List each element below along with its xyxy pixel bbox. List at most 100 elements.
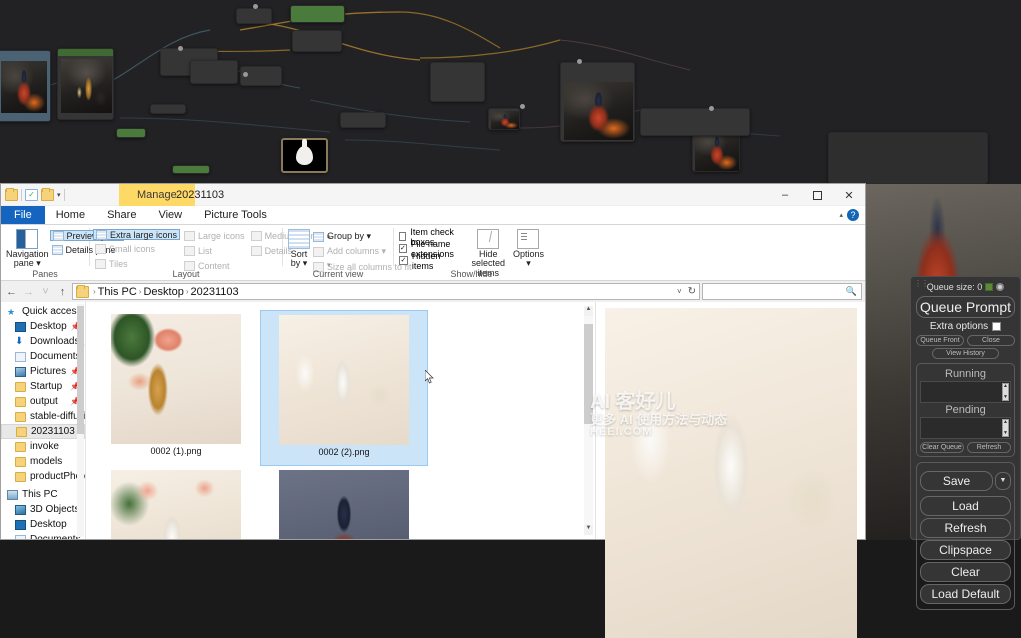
- recent-locations-button[interactable]: ˅: [38, 286, 53, 298]
- minimize-button[interactable]: –: [769, 184, 801, 206]
- refresh-icon[interactable]: ↻: [688, 286, 696, 297]
- nav-pane-scroll-thumb[interactable]: [77, 306, 84, 434]
- hidden-items-checkbox[interactable]: ✓: [399, 256, 408, 265]
- file-item[interactable]: 0002 (1).png: [92, 310, 260, 466]
- ribbon-body[interactable]: Navigation pane ▾ Preview pane Details p…: [1, 225, 865, 281]
- search-icon[interactable]: 🔍: [846, 286, 857, 297]
- search-input[interactable]: [703, 286, 846, 297]
- quick-access-toolbar[interactable]: ✓ ▾: [1, 189, 65, 201]
- running-list[interactable]: ▲▼: [920, 381, 1011, 403]
- chevron-right-icon[interactable]: ›: [186, 287, 189, 296]
- chevron-down-icon[interactable]: ▾: [57, 191, 61, 199]
- node-save-image-2[interactable]: [560, 62, 635, 142]
- view-large-icons[interactable]: Large icons: [184, 230, 245, 241]
- sidebar-item-desktop[interactable]: Desktop 📌: [1, 319, 85, 334]
- breadcrumb[interactable]: › This PC › Desktop › 20231103 ˅ ↻: [72, 283, 700, 300]
- checkbox-icon[interactable]: ✓: [25, 189, 38, 201]
- ribbon-tab-strip[interactable]: File Home Share View Picture Tools ▴ ?: [1, 206, 865, 225]
- queue-prompt-button[interactable]: Queue Prompt: [916, 296, 1015, 318]
- view-history-button[interactable]: View History: [932, 348, 999, 359]
- forward-button[interactable]: →: [21, 286, 36, 298]
- address-bar[interactable]: ← → ˅ ↑ › This PC › Desktop › 20231103 ˅…: [1, 281, 865, 302]
- save-dropdown-caret-icon[interactable]: ▼: [995, 472, 1011, 490]
- drag-handle-icon[interactable]: ⋮⋮: [914, 282, 928, 286]
- node-port[interactable]: [243, 72, 248, 77]
- folder-icon[interactable]: [41, 189, 54, 201]
- file-item-selected[interactable]: 0002 (2).png: [260, 310, 428, 466]
- file-item[interactable]: 0002 (3).png: [92, 466, 260, 539]
- preview-pane[interactable]: [595, 302, 865, 539]
- clear-button[interactable]: Clear: [920, 562, 1011, 582]
- scroll-up-icon[interactable]: ▲: [584, 306, 593, 316]
- view-tiles[interactable]: Tiles: [95, 258, 178, 269]
- navigation-pane-button[interactable]: Navigation pane ▾: [6, 227, 49, 269]
- pending-spinner[interactable]: ▲▼: [1002, 419, 1009, 437]
- file-list-scroll-thumb[interactable]: [584, 324, 593, 424]
- breadcrumb-this-pc[interactable]: This PC: [98, 286, 137, 298]
- sidebar-item-models[interactable]: models: [1, 454, 85, 469]
- node-preview-left[interactable]: [0, 50, 51, 122]
- hidden-items-row[interactable]: ✓ Hidden items: [399, 255, 463, 266]
- view-small-icons[interactable]: Small icons: [95, 243, 178, 254]
- node-generic-10[interactable]: [488, 108, 520, 130]
- save-button[interactable]: Save: [920, 471, 993, 491]
- sidebar-item-downloads[interactable]: ⬇ Downloads 📌: [1, 334, 85, 349]
- node-port[interactable]: [577, 59, 582, 64]
- comfyui-menu-panel[interactable]: ⋮⋮ Queue size: 0 Queue Prompt Extra opti…: [910, 276, 1021, 540]
- load-button[interactable]: Load: [920, 496, 1011, 516]
- tab-file[interactable]: File: [1, 206, 45, 224]
- sidebar-item-3d-objects[interactable]: 3D Objects: [1, 502, 85, 517]
- tab-view[interactable]: View: [147, 206, 193, 224]
- node-generic-6[interactable]: [116, 128, 146, 138]
- clipspace-button[interactable]: Clipspace: [920, 540, 1011, 560]
- node-generic-7[interactable]: [150, 104, 186, 114]
- explorer-title-bar[interactable]: ✓ ▾ Manage 20231103 – ✕: [1, 184, 865, 206]
- node-generic-12[interactable]: [828, 132, 988, 184]
- extra-options-row[interactable]: Extra options: [916, 321, 1015, 332]
- node-generic-11[interactable]: [640, 108, 750, 136]
- node-generic-green-1[interactable]: [290, 5, 345, 23]
- node-save-image-1[interactable]: [57, 48, 114, 120]
- image-icon[interactable]: [985, 283, 993, 291]
- search-box[interactable]: 🔍: [702, 283, 862, 300]
- sidebar-item-documents-pc[interactable]: Documents: [1, 532, 85, 539]
- maximize-button[interactable]: [801, 184, 833, 206]
- help-icon[interactable]: ?: [847, 209, 859, 221]
- node-generic-9[interactable]: [430, 62, 485, 102]
- sidebar-item-output[interactable]: output 📌: [1, 394, 85, 409]
- refresh-queue-button[interactable]: Refresh: [967, 442, 1011, 453]
- node-port[interactable]: [709, 106, 714, 111]
- node-generic-4[interactable]: [190, 60, 238, 84]
- running-spinner[interactable]: ▲▼: [1002, 383, 1009, 401]
- sidebar-item-this-pc[interactable]: This PC: [1, 487, 85, 502]
- load-default-button[interactable]: Load Default: [920, 584, 1011, 604]
- extra-options-checkbox[interactable]: [992, 322, 1001, 331]
- chevron-right-icon[interactable]: ›: [139, 287, 142, 296]
- sort-by-button[interactable]: Sort by ▾: [288, 227, 310, 272]
- sidebar-item-stable-diffusion[interactable]: stable-diffusi 📌: [1, 409, 85, 424]
- pending-list[interactable]: ▲▼: [920, 417, 1011, 439]
- sidebar-item-startup[interactable]: Startup 📌: [1, 379, 85, 394]
- file-item[interactable]: [260, 466, 428, 539]
- address-dropdown-icon[interactable]: ˅: [677, 287, 682, 296]
- tab-share[interactable]: Share: [96, 206, 147, 224]
- file-explorer-window[interactable]: ✓ ▾ Manage 20231103 – ✕ File Home Share …: [0, 183, 866, 540]
- node-generic-8[interactable]: [340, 112, 386, 128]
- sidebar-item-desktop-pc[interactable]: Desktop: [1, 517, 85, 532]
- navigation-pane[interactable]: ★ Quick access Desktop 📌 ⬇ Downloads 📌 D…: [1, 302, 86, 539]
- node-generic-green-2[interactable]: [172, 165, 210, 174]
- window-controls[interactable]: – ✕: [769, 184, 865, 206]
- folder-icon[interactable]: [5, 189, 18, 201]
- sidebar-item-documents[interactable]: Documents 📌: [1, 349, 85, 364]
- sidebar-item-pictures[interactable]: Pictures 📌: [1, 364, 85, 379]
- node-port[interactable]: [253, 4, 258, 9]
- breadcrumb-current-folder[interactable]: 20231103: [191, 286, 239, 298]
- sidebar-item-productphotoco[interactable]: productPhotoCo: [1, 469, 85, 484]
- refresh-button[interactable]: Refresh: [920, 518, 1011, 538]
- sidebar-item-quick-access[interactable]: ★ Quick access: [1, 304, 85, 319]
- breadcrumb-desktop[interactable]: Desktop: [143, 286, 183, 298]
- node-port[interactable]: [178, 46, 183, 51]
- file-list-view[interactable]: 0002 (1).png 0002 (2).png 0002 (3).png: [86, 302, 595, 539]
- node-generic-1[interactable]: [236, 8, 272, 24]
- back-button[interactable]: ←: [4, 286, 19, 298]
